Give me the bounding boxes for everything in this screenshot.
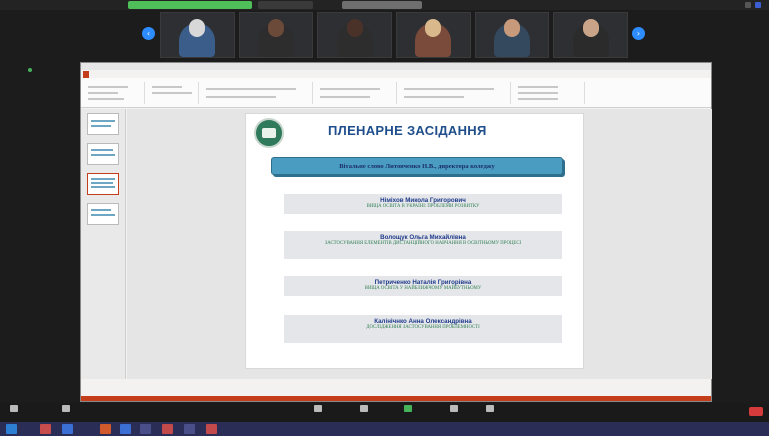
participant-tile[interactable] [160, 12, 235, 58]
video-button[interactable] [62, 405, 70, 414]
chat-icon [360, 405, 368, 412]
current-slide: ПЛЕНАРНЕ ЗАСІДАННЯ Вітальне слово Литовч… [245, 113, 584, 369]
chat-button[interactable] [360, 405, 368, 414]
taskbar-app-icon[interactable] [62, 424, 73, 434]
participant-head [425, 19, 442, 37]
camera-icon [62, 405, 70, 412]
taskbar-app-icon[interactable] [120, 424, 131, 434]
ribbon-group-editing[interactable] [515, 82, 585, 104]
meeting-toolbar [0, 403, 769, 422]
close-icon[interactable] [755, 2, 761, 8]
participant-head [346, 19, 363, 37]
speaker-topic: ДОСЛІДЖЕННЯ ЗАСТОСУВАННЯ ПРОБЛЕМНОСТІ [366, 325, 480, 330]
slide-thumbnail-selected[interactable] [87, 173, 119, 195]
speaker-name: Волощук Ольга Михайлівна [380, 234, 466, 241]
taskbar-app-icon[interactable] [206, 424, 217, 434]
reactions-icon [486, 405, 494, 412]
screen-share-bar [0, 0, 769, 10]
ppt-window-title [81, 63, 711, 70]
welcome-banner: Вітальне слово Литовченко Н.В., директор… [271, 157, 563, 175]
minimize-icon[interactable] [745, 2, 751, 8]
speaker-topic: ВИЩА ОСВІТА В УКРАЇНІ: ПРОБЛЕМИ РОЗВИТКУ [366, 204, 480, 209]
mute-button[interactable] [10, 405, 18, 414]
participants-icon [314, 405, 322, 412]
slide-thumbnail[interactable] [87, 113, 119, 135]
participant-head [582, 19, 599, 37]
slide-thumbnail[interactable] [87, 203, 119, 225]
ribbon-group-drawing[interactable] [401, 82, 511, 104]
end-meeting-button[interactable] [749, 407, 763, 416]
college-logo [254, 118, 284, 148]
welcome-banner-text: Вітальне слово Литовченко Н.В., директор… [339, 163, 495, 170]
share-screen-button[interactable] [404, 405, 412, 414]
ribbon-group-clipboard[interactable] [85, 82, 145, 104]
sharing-status-pill[interactable] [128, 1, 252, 9]
share-options-pill[interactable] [342, 1, 422, 9]
next-participants-icon[interactable]: › [632, 27, 645, 40]
share-screen-icon [404, 405, 412, 412]
participant-tile[interactable] [396, 12, 471, 58]
participant-tile[interactable] [317, 12, 393, 58]
participant-head [189, 19, 206, 37]
slide-thumbnail[interactable] [87, 143, 119, 165]
speaker-card: Петриченко Наталія Григорівна ВИЩА ОСВІТ… [284, 276, 562, 296]
prev-participants-icon[interactable]: ‹ [142, 27, 155, 40]
taskbar-app-icon[interactable] [140, 424, 151, 434]
participant-tile[interactable] [474, 12, 550, 58]
ribbon-group-slides[interactable] [149, 82, 199, 104]
speaker-name: Петриченко Наталія Григорівна [374, 279, 472, 286]
start-icon[interactable] [6, 424, 17, 434]
ppt-ribbon [81, 78, 711, 108]
ribbon-group-font[interactable] [203, 82, 313, 104]
record-button[interactable] [450, 405, 458, 414]
reactions-button[interactable] [486, 405, 494, 414]
speaker-card: Німіхов Микола Григорович ВИЩА ОСВІТА В … [284, 194, 562, 214]
record-icon [450, 405, 458, 412]
participants-button[interactable] [314, 405, 322, 414]
slide-title: ПЛЕНАРНЕ ЗАСІДАННЯ [328, 123, 487, 138]
microphone-icon [10, 405, 18, 412]
windows-taskbar [0, 422, 769, 436]
speaker-name: Німіхов Микола Григорович [380, 197, 466, 204]
speaker-card: Калінічнко Анна Олександрівна ДОСЛІДЖЕНН… [284, 315, 562, 343]
slide-thumbnails-pane [81, 109, 126, 379]
status-dot-icon [28, 68, 32, 72]
taskbar-app-icon[interactable] [40, 424, 51, 434]
taskbar-app-icon[interactable] [100, 424, 111, 434]
stop-share-pill[interactable] [258, 1, 313, 9]
speaker-topic: ВИЩА ОСВІТА У НАЙБЛИЖЧОМУ МАЙБУТНЬОМУ [364, 286, 482, 291]
tab-file[interactable] [83, 70, 89, 78]
participant-tile[interactable] [238, 12, 314, 58]
speaker-topic: ЗАСТОСУВАННЯ ЕЛЕМЕНТІВ ДИСТАНЦІЙНОГО НАВ… [324, 241, 522, 246]
participant-head [268, 19, 284, 37]
participant-head [504, 19, 521, 37]
taskbar-app-icon[interactable] [184, 424, 195, 434]
participant-tile[interactable] [553, 12, 629, 58]
ppt-status-bar [81, 396, 711, 401]
zoom-screen: ‹ › ПЛЕНАРНЕ ЗАСІДАННЯ Вітальне слово Ли… [0, 0, 769, 436]
powerpoint-taskbar-icon[interactable] [162, 424, 173, 434]
ribbon-group-paragraph[interactable] [317, 82, 397, 104]
participant-strip [160, 12, 629, 58]
speaker-name: Калінічнко Анна Олександрівна [374, 318, 472, 325]
speaker-card: Волощук Ольга Михайлівна ЗАСТОСУВАННЯ ЕЛ… [284, 231, 562, 259]
ppt-ribbon-tabs [81, 70, 711, 78]
